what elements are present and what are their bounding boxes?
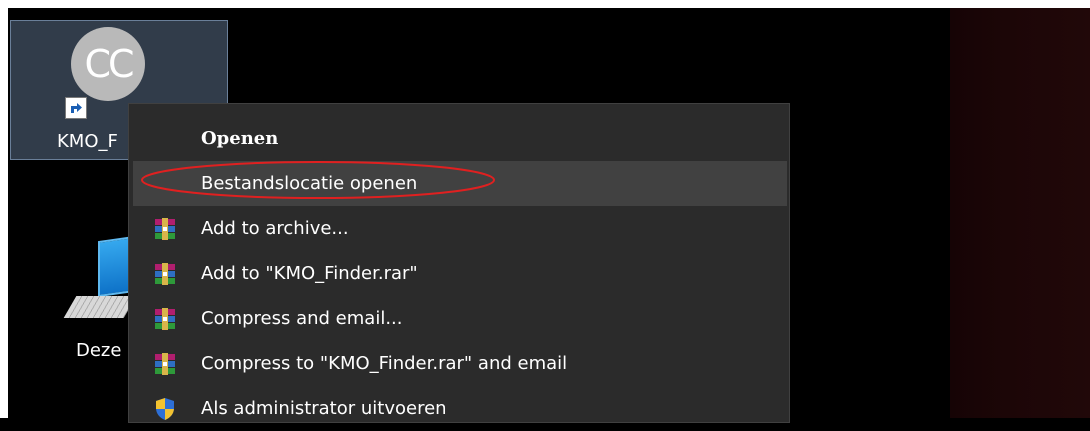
menu-item-label: Compress and email... xyxy=(201,308,403,329)
menu-icon-slot xyxy=(129,397,201,421)
desktop-icon-label: KMO_F xyxy=(57,131,118,152)
menu-icon-slot xyxy=(129,352,201,375)
menu-icon-slot xyxy=(129,217,201,240)
uac-shield-icon xyxy=(156,397,174,420)
creative-cloud-icon: CC xyxy=(71,27,145,101)
menu-item-label: Bestandslocatie openen xyxy=(201,173,418,194)
menu-icon-slot xyxy=(129,262,201,285)
desktop-wallpaper xyxy=(950,8,1090,418)
menu-item-label: Openen xyxy=(201,128,279,149)
menu-icon-slot xyxy=(129,307,201,330)
winrar-icon xyxy=(155,217,175,240)
menu-item-compress-and-email[interactable]: Compress and email... xyxy=(129,296,789,341)
winrar-icon xyxy=(155,262,175,285)
screenshot-frame-left xyxy=(0,0,8,418)
menu-item-label: Als administrator uitvoeren xyxy=(201,398,447,419)
menu-item-add-to-rar[interactable]: Add to "KMO_Finder.rar" xyxy=(129,251,789,296)
keyboard-icon xyxy=(63,296,137,318)
menu-item-label: Add to archive... xyxy=(201,218,349,239)
menu-item-compress-to-rar-and-email[interactable]: Compress to "KMO_Finder.rar" and email xyxy=(129,341,789,386)
menu-item-label: Compress to "KMO_Finder.rar" and email xyxy=(201,353,568,374)
desktop-icon-label: Deze xyxy=(76,340,122,361)
menu-item-label: Add to "KMO_Finder.rar" xyxy=(201,263,418,284)
menu-item-run-as-administrator[interactable]: Als administrator uitvoeren xyxy=(129,386,789,431)
winrar-icon xyxy=(155,307,175,330)
screenshot-frame-top xyxy=(0,0,1090,8)
menu-item-open-file-location[interactable]: Bestandslocatie openen xyxy=(133,161,787,206)
shortcut-arrow-icon xyxy=(65,97,87,119)
menu-item-add-to-archive[interactable]: Add to archive... xyxy=(129,206,789,251)
menu-item-open[interactable]: Openen xyxy=(129,116,789,161)
winrar-icon xyxy=(155,352,175,375)
context-menu: Openen Bestandslocatie openen Add to arc… xyxy=(128,103,790,423)
